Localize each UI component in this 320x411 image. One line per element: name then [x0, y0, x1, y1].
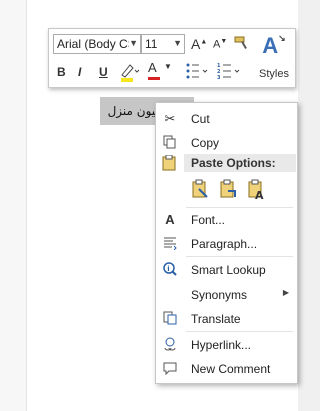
- copy-icon: [162, 135, 178, 151]
- menu-label: Synonyms: [191, 288, 248, 302]
- menu-label: Smart Lookup: [191, 263, 266, 277]
- font-size-box[interactable]: 11 ▼: [141, 34, 185, 54]
- shrink-font-button[interactable]: A▼: [213, 38, 227, 51]
- grow-font-button[interactable]: A▲: [191, 36, 207, 52]
- menu-item-font[interactable]: A Font...: [156, 209, 297, 231]
- bold-button[interactable]: B: [57, 65, 66, 79]
- format-painter-button[interactable]: [233, 34, 251, 55]
- document-page: کرایه بیون منزل Arial (Body CS ▼ 11 ▼ A▲…: [0, 0, 298, 411]
- svg-text:i: i: [167, 265, 169, 273]
- chevron-down-icon[interactable]: ▼: [164, 62, 172, 71]
- format-painter-icon: [234, 36, 247, 49]
- styles-label[interactable]: Styles: [254, 68, 294, 80]
- clipboard-icon: [162, 154, 178, 174]
- font-icon: A: [165, 212, 175, 227]
- chevron-down-icon[interactable]: ▼: [129, 38, 138, 48]
- menu-item-translate[interactable]: Translate: [156, 308, 297, 330]
- hyperlink-icon: [162, 337, 178, 353]
- paragraph-icon: [162, 236, 178, 252]
- menu-item-synonyms[interactable]: Synonyms ▶: [156, 284, 297, 306]
- menu-item-new-comment[interactable]: New Comment: [156, 358, 297, 380]
- numbering-button[interactable]: 1 2 3: [217, 61, 241, 84]
- svg-text:3: 3: [217, 75, 221, 81]
- smart-lookup-icon: i: [162, 262, 178, 278]
- menu-divider: [186, 256, 293, 257]
- bullet-list-icon: [186, 63, 208, 79]
- paste-keep-source-formatting-icon[interactable]: [191, 179, 211, 201]
- menu-item-hyperlink[interactable]: Hyperlink...: [156, 334, 297, 356]
- paste-merge-formatting-icon[interactable]: [219, 179, 239, 201]
- scissors-icon: ✂: [164, 111, 176, 126]
- menu-divider: [186, 331, 293, 332]
- menu-item-paragraph[interactable]: Paragraph...: [156, 233, 297, 255]
- menu-label: Font...: [191, 213, 226, 227]
- bullets-button[interactable]: [185, 61, 209, 84]
- comment-icon: [162, 361, 178, 377]
- menu-item-copy[interactable]: Copy: [156, 132, 297, 154]
- menu-label: Cut: [191, 112, 210, 126]
- menu-label: Translate: [191, 312, 241, 326]
- grow-font-icon: A: [191, 36, 201, 52]
- underline-button[interactable]: U: [99, 65, 108, 79]
- mini-toolbar: Arial (Body CS ▼ 11 ▼ A▲ A▼ B I U A ▼ 1 …: [48, 28, 296, 88]
- translate-icon: [162, 311, 178, 327]
- font-name-value: Arial (Body CS: [57, 37, 129, 51]
- menu-item-smart-lookup[interactable]: i Smart Lookup: [156, 259, 297, 281]
- font-size-value: 11: [145, 37, 158, 51]
- italic-button[interactable]: I: [78, 65, 81, 79]
- highlight-button[interactable]: [118, 61, 140, 86]
- paste-options-header: Paste Options:: [184, 154, 296, 172]
- chevron-down-icon[interactable]: ▼: [173, 38, 182, 48]
- menu-label: Copy: [191, 136, 220, 150]
- font-name-box[interactable]: Arial (Body CS ▼: [53, 34, 141, 54]
- font-color-button[interactable]: A ▼: [148, 60, 172, 80]
- context-menu: ✂ Cut Copy Paste Options: A A Font... Pa…: [155, 102, 298, 384]
- font-color-swatch: [148, 77, 160, 80]
- menu-label: Hyperlink...: [191, 338, 252, 352]
- numbered-list-icon: 1 2 3: [217, 63, 240, 81]
- font-color-icon: A: [148, 60, 157, 75]
- svg-text:A: A: [255, 189, 264, 201]
- highlighter-icon: [121, 64, 140, 82]
- paste-keep-text-only-icon[interactable]: A: [247, 179, 267, 202]
- menu-label: New Comment: [191, 362, 271, 376]
- menu-divider: [186, 207, 293, 208]
- submenu-arrow-icon: ▶: [282, 288, 289, 297]
- menu-item-cut[interactable]: ✂ Cut: [156, 108, 297, 130]
- styles-icon[interactable]: A↘: [259, 33, 289, 59]
- paste-options-label: Paste Options:: [191, 156, 276, 170]
- menu-label: Paragraph...: [191, 237, 258, 251]
- page-margin: [0, 0, 27, 411]
